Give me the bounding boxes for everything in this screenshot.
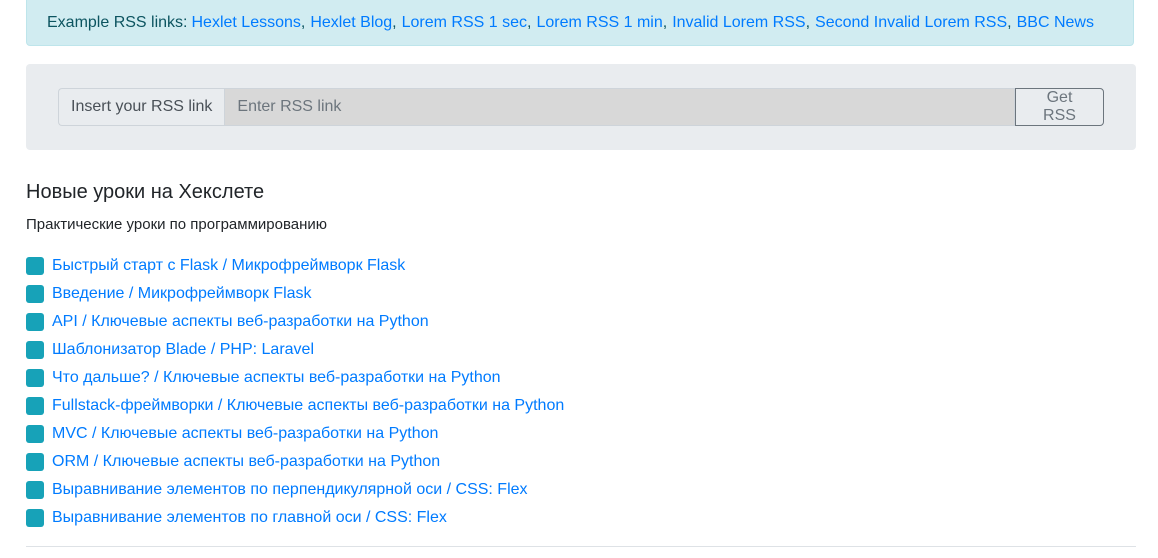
list-item: Выравнивание элементов по главной оси / … xyxy=(26,504,564,532)
alert-separator: , xyxy=(662,14,668,31)
square-marker-icon xyxy=(26,313,44,331)
get-rss-button[interactable]: Get RSS xyxy=(1015,88,1104,126)
list-item: MVC / Ключевые аспекты веб-разработки на… xyxy=(26,420,564,448)
list-item: Шаблонизатор Blade / PHP: Laravel xyxy=(26,336,564,364)
example-link-second-invalid-lorem[interactable]: Second Invalid Lorem RSS xyxy=(815,14,1007,32)
square-marker-icon xyxy=(26,509,44,527)
rss-url-input[interactable] xyxy=(224,88,1015,126)
alert-separator: , xyxy=(1007,14,1012,31)
list-item: Быстрый старт с Flask / Микрофреймворк F… xyxy=(26,252,564,280)
list-item: API / Ключевые аспекты веб-разработки на… xyxy=(26,308,564,336)
alert-separator: , xyxy=(392,14,397,31)
post-link[interactable]: ORM / Ключевые аспекты веб-разработки на… xyxy=(52,453,440,471)
feed-description: Практические уроки по программированию xyxy=(26,216,328,233)
rss-form-panel: Insert your RSS link Get RSS xyxy=(26,64,1136,150)
square-marker-icon xyxy=(26,341,44,359)
example-link-bbc-news[interactable]: BBC News xyxy=(1017,14,1094,32)
post-link[interactable]: Выравнивание элементов по перпендикулярн… xyxy=(52,481,528,499)
post-link[interactable]: Шаблонизатор Blade / PHP: Laravel xyxy=(52,341,314,359)
example-link-lorem-1-min[interactable]: Lorem RSS 1 min xyxy=(536,14,662,32)
square-marker-icon xyxy=(26,453,44,471)
list-item: Fullstack-фреймворки / Ключевые аспекты … xyxy=(26,392,564,420)
example-link-lorem-1-sec[interactable]: Lorem RSS 1 sec xyxy=(402,14,527,32)
square-marker-icon xyxy=(26,257,44,275)
example-link-invalid-lorem[interactable]: Invalid Lorem RSS xyxy=(672,14,805,32)
alert-lead-text: Example RSS links: xyxy=(47,14,188,31)
section-divider xyxy=(26,546,1136,547)
posts-list: Быстрый старт с Flask / Микрофреймворк F… xyxy=(26,252,564,532)
post-link[interactable]: Что дальше? / Ключевые аспекты веб-разра… xyxy=(52,369,501,387)
example-links-alert: Example RSS links: Hexlet Lessons, Hexle… xyxy=(26,0,1134,46)
list-item: Выравнивание элементов по перпендикулярн… xyxy=(26,476,564,504)
post-link[interactable]: API / Ключевые аспекты веб-разработки на… xyxy=(52,313,429,331)
square-marker-icon xyxy=(26,425,44,443)
square-marker-icon xyxy=(26,369,44,387)
post-link[interactable]: Быстрый старт с Flask / Микрофреймворк F… xyxy=(52,257,405,275)
feed-title: Новые уроки на Хекслете xyxy=(26,181,265,203)
post-link[interactable]: MVC / Ключевые аспекты веб-разработки на… xyxy=(52,425,438,443)
post-link[interactable]: Выравнивание элементов по главной оси / … xyxy=(52,509,447,527)
list-item: ORM / Ключевые аспекты веб-разработки на… xyxy=(26,448,564,476)
list-item: Введение / Микрофреймворк Flask xyxy=(26,280,564,308)
example-link-hexlet-lessons[interactable]: Hexlet Lessons xyxy=(192,14,301,32)
alert-separator: , xyxy=(300,14,306,31)
post-link[interactable]: Введение / Микрофреймворк Flask xyxy=(52,285,312,303)
alert-separator: , xyxy=(805,14,811,31)
post-link[interactable]: Fullstack-фреймворки / Ключевые аспекты … xyxy=(52,397,564,415)
square-marker-icon xyxy=(26,481,44,499)
square-marker-icon xyxy=(26,285,44,303)
alert-separator: , xyxy=(527,14,532,31)
example-link-hexlet-blog[interactable]: Hexlet Blog xyxy=(310,14,392,32)
list-item: Что дальше? / Ключевые аспекты веб-разра… xyxy=(26,364,564,392)
square-marker-icon xyxy=(26,397,44,415)
rss-form: Insert your RSS link Get RSS xyxy=(58,88,1104,126)
rss-input-label: Insert your RSS link xyxy=(58,88,225,126)
